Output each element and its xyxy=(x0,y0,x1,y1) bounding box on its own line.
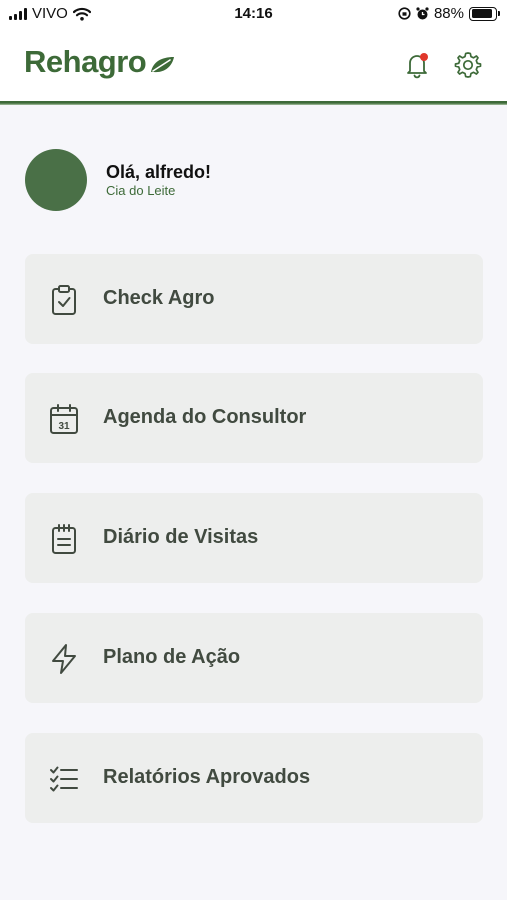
company-name: Cia do Leite xyxy=(106,183,176,198)
battery-percent: 88% xyxy=(433,5,464,22)
gear-icon xyxy=(454,52,482,78)
clipboard-check-icon xyxy=(52,285,76,315)
leaf-icon xyxy=(151,57,175,73)
avatar xyxy=(25,149,87,211)
menu-item-diario-de-visitas[interactable]: Diário de Visitas xyxy=(25,493,483,583)
status-bar: VIVO 14:16 88% xyxy=(0,0,507,28)
checklist-icon xyxy=(50,766,78,792)
brand-name: Rehagro xyxy=(24,44,147,79)
menu-item-label: Check Agro xyxy=(103,287,215,309)
svg-text:31: 31 xyxy=(58,421,70,432)
menu-item-agenda-do-consultor[interactable]: 31 Agenda do Consultor xyxy=(25,373,483,463)
notepad-icon xyxy=(52,524,76,554)
status-right: 88% xyxy=(398,5,500,22)
bell-icon xyxy=(407,53,428,79)
profile-text: Olá, alfredo! Cia do Leite xyxy=(106,161,211,199)
user-profile: Olá, alfredo! Cia do Leite xyxy=(25,149,211,211)
menu-item-plano-de-acao[interactable]: Plano de Ação xyxy=(25,613,483,703)
alarm-icon xyxy=(416,6,429,19)
lightning-icon xyxy=(52,644,76,674)
menu-item-relatorios-aprovados[interactable]: Relatórios Aprovados xyxy=(25,733,483,823)
menu-item-label: Plano de Ação xyxy=(103,646,241,668)
menu-item-label: Relatórios Aprovados xyxy=(103,766,311,788)
battery-icon xyxy=(469,6,500,21)
menu-item-label: Diário de Visitas xyxy=(103,526,259,548)
notification-dot xyxy=(420,53,428,61)
header-divider xyxy=(0,101,507,105)
notifications-button[interactable] xyxy=(402,50,432,80)
orientation-lock-icon xyxy=(398,7,411,20)
settings-button[interactable] xyxy=(453,50,483,80)
rehagro-logo: Rehagro xyxy=(24,44,175,80)
menu-item-label: Agenda do Consultor xyxy=(103,406,307,428)
battery-fill xyxy=(471,9,492,18)
app-header: Rehagro xyxy=(0,28,507,103)
greeting: Olá, alfredo! xyxy=(106,162,212,182)
calendar-31-icon: 31 xyxy=(50,404,78,434)
menu-item-check-agro[interactable]: Check Agro xyxy=(25,254,483,344)
